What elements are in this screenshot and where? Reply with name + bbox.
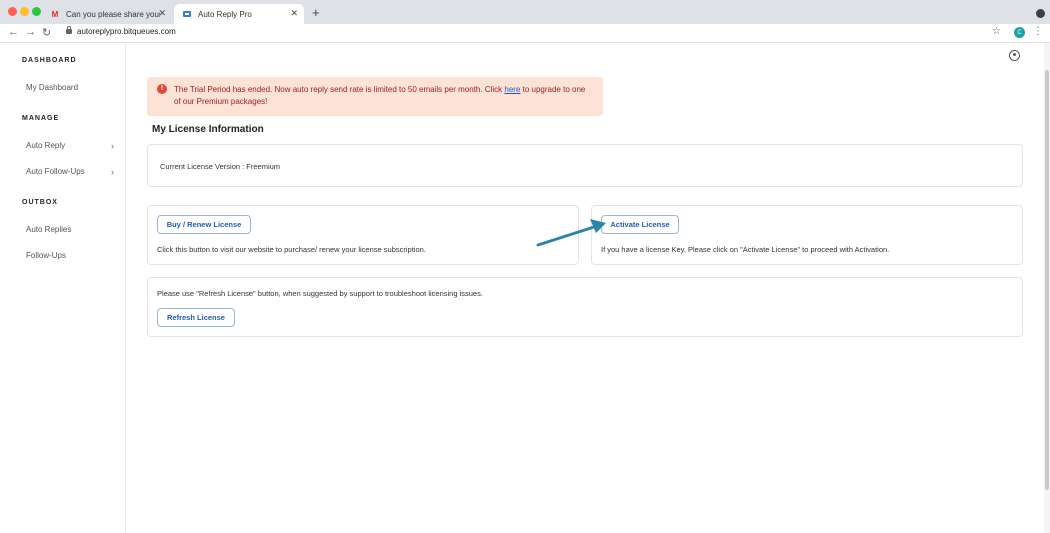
new-tab-button[interactable]: +: [312, 5, 320, 20]
sidebar-item-label: Auto Reply: [26, 141, 66, 150]
back-arrow-icon[interactable]: ←: [8, 26, 19, 38]
current-license-card: Current License Version : Freemium: [147, 144, 1023, 187]
maximize-window-button[interactable]: [32, 7, 41, 16]
sidebar-item-label: My Dashboard: [26, 83, 79, 92]
sidebar-item-follow-ups[interactable]: Follow-Ups: [26, 251, 116, 260]
reload-icon[interactable]: ↻: [42, 26, 51, 39]
alert-text: The Trial Period has ended. Now auto rep…: [174, 85, 505, 94]
arrow-annotation-icon: [536, 219, 606, 247]
bookmark-star-icon[interactable]: ☆: [992, 26, 1001, 37]
page-title: My License Information: [152, 124, 264, 135]
sidebar-heading-outbox: OUTBOX: [22, 199, 58, 206]
sidebar-item-auto-replies[interactable]: Auto Replies: [26, 225, 116, 234]
tab-search-icon[interactable]: [1036, 9, 1045, 18]
sidebar: DASHBOARD My Dashboard MANAGE Auto Reply…: [0, 43, 126, 533]
scrollbar-thumb[interactable]: [1045, 70, 1049, 490]
close-tab-icon[interactable]: ✕: [290, 8, 298, 19]
current-license-version: Current License Version : Freemium: [160, 162, 281, 171]
sidebar-heading-dashboard: DASHBOARD: [22, 57, 77, 64]
trial-ended-alert: ! The Trial Period has ended. Now auto r…: [147, 77, 603, 116]
sidebar-item-my-dashboard[interactable]: My Dashboard: [26, 83, 116, 92]
gmail-icon: M: [51, 9, 59, 19]
activate-license-description: If you have a license Key, Please click …: [601, 245, 890, 254]
tab-title: Can you please share your me...: [66, 9, 160, 19]
sidebar-item-label: Auto Replies: [26, 225, 72, 234]
minimize-window-button[interactable]: [20, 7, 29, 16]
sidebar-item-label: Follow-Ups: [26, 251, 67, 260]
sidebar-item-auto-reply[interactable]: Auto Reply ›: [26, 141, 116, 151]
chevron-right-icon: ›: [111, 167, 114, 177]
main-content: ! The Trial Period has ended. Now auto r…: [126, 43, 1044, 533]
sidebar-heading-manage: MANAGE: [22, 115, 60, 122]
profile-avatar[interactable]: C: [1014, 27, 1025, 38]
forward-arrow-icon[interactable]: →: [25, 26, 36, 38]
close-tab-icon[interactable]: ✕: [158, 8, 166, 19]
address-bar[interactable]: autoreplypro.bitqueues.com: [77, 27, 176, 36]
activate-license-button[interactable]: Activate License: [601, 215, 679, 234]
browser-tab-auto-reply-pro[interactable]: Auto Reply Pro ✕: [174, 4, 304, 24]
refresh-license-description: Please use "Refresh License" button, whe…: [157, 289, 483, 298]
alert-icon: !: [157, 84, 167, 94]
chevron-right-icon: ›: [111, 141, 114, 151]
activate-license-card: Activate License If you have a license K…: [591, 205, 1023, 265]
browser-menu-icon[interactable]: ⋮: [1033, 26, 1043, 37]
account-icon[interactable]: [1009, 50, 1020, 61]
close-window-button[interactable]: [8, 7, 17, 16]
upgrade-link[interactable]: here: [504, 85, 520, 94]
sidebar-item-auto-follow-ups[interactable]: Auto Follow-Ups ›: [26, 167, 116, 177]
app-icon: [182, 9, 192, 19]
refresh-license-card: Please use "Refresh License" button, whe…: [147, 277, 1023, 337]
refresh-license-button[interactable]: Refresh License: [157, 308, 235, 327]
browser-tab-bar: M Can you please share your me... ✕ Auto…: [0, 0, 1050, 24]
sidebar-item-label: Auto Follow-Ups: [26, 167, 85, 176]
buy-license-card: Buy / Renew License Click this button to…: [147, 205, 579, 265]
lock-icon[interactable]: [66, 26, 72, 34]
browser-tab-gmail[interactable]: M Can you please share your me... ✕: [42, 4, 172, 24]
tab-title: Auto Reply Pro: [198, 9, 252, 19]
buy-renew-license-button[interactable]: Buy / Renew License: [157, 215, 251, 234]
buy-license-description: Click this button to visit our website t…: [157, 245, 426, 254]
browser-toolbar: ← → ↻ autoreplypro.bitqueues.com ☆ C ⋮: [0, 24, 1050, 43]
